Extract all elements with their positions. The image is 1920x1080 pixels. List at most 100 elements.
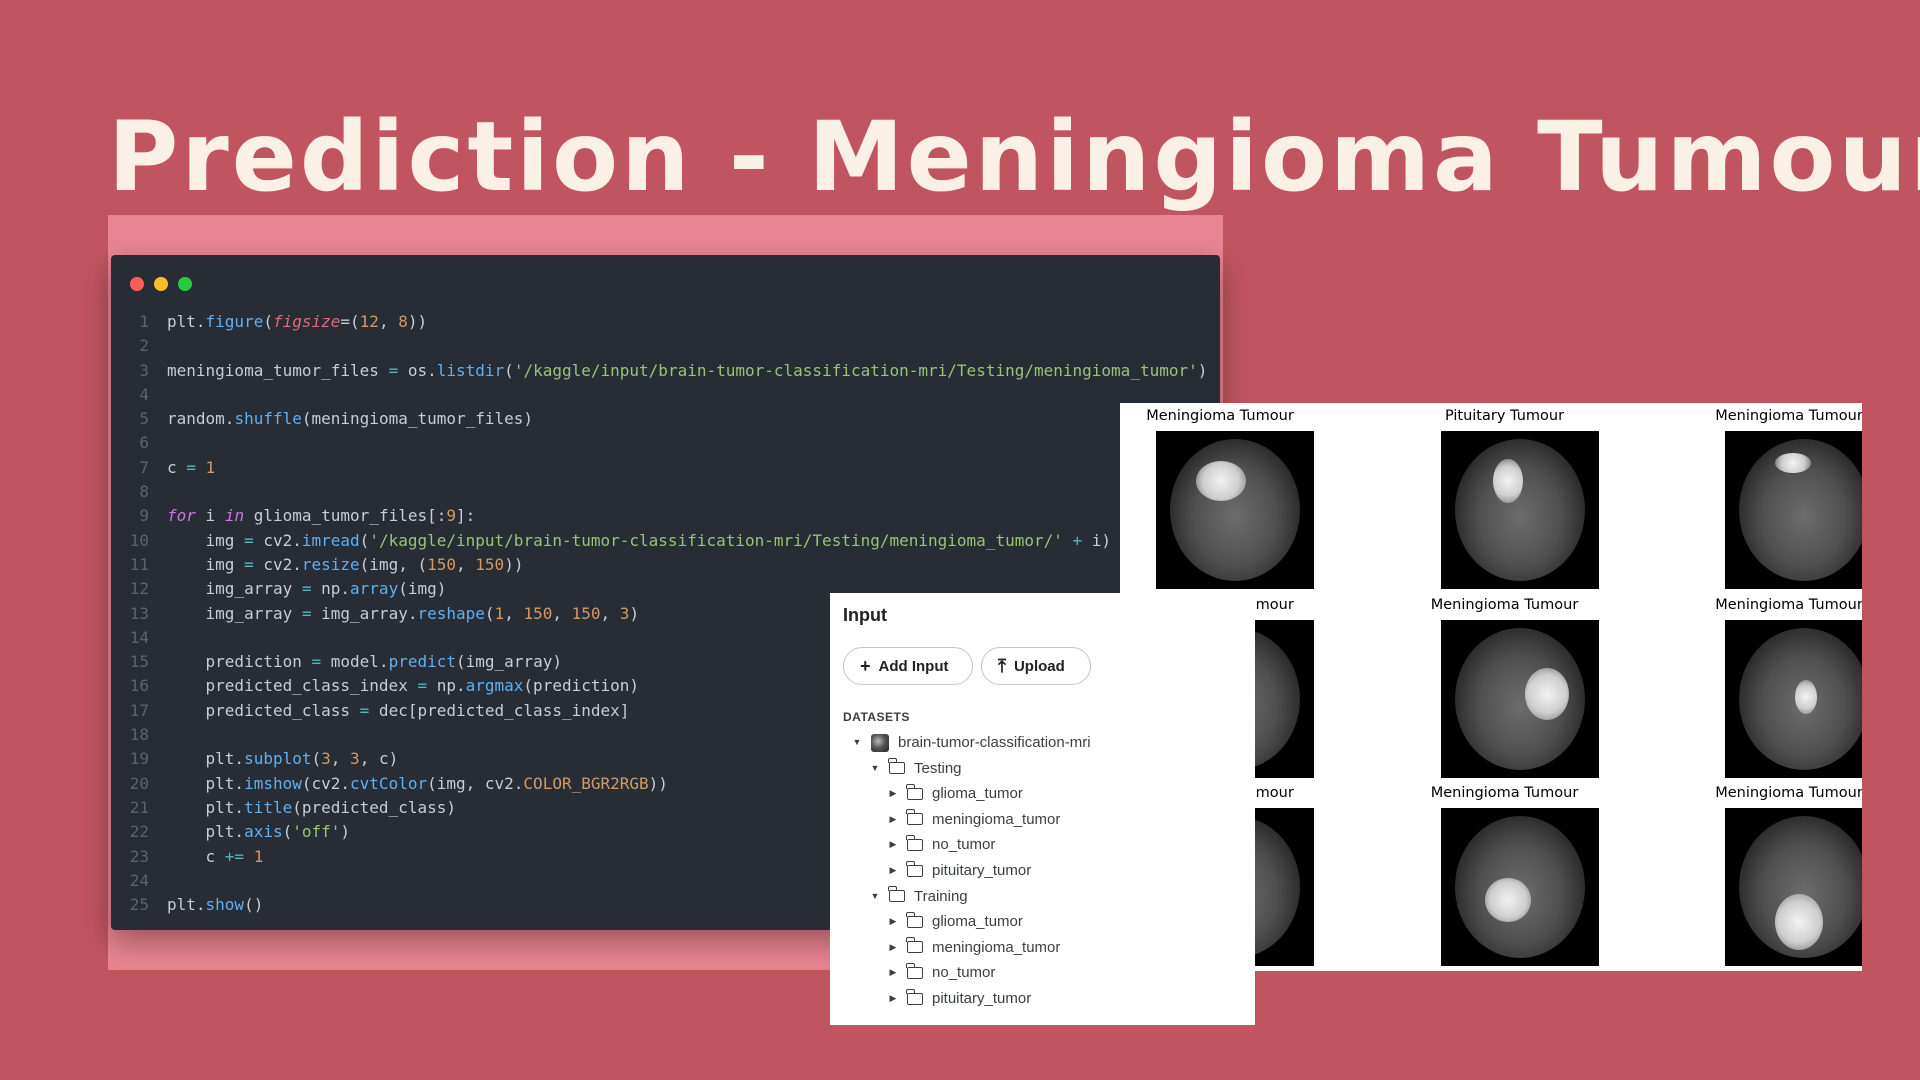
tree-item-pituitary-tumor[interactable]: ▶ pituitary_tumor — [888, 986, 1031, 1011]
prediction-cell: Meningioma Tumour — [1120, 403, 1320, 591]
upload-label: Upload — [1013, 657, 1065, 675]
tree-item-glioma-tumor[interactable]: ▶ glioma_tumor — [888, 781, 1023, 806]
tree-item-pituitary-tumor[interactable]: ▶ pituitary_tumor — [888, 858, 1031, 883]
plus-icon: + — [860, 655, 871, 676]
tree-item-brain-tumor-classification-mri[interactable]: ▼ brain-tumor-classification-mri — [852, 730, 1091, 755]
tree-item-glioma-tumor[interactable]: ▶ glioma_tumor — [888, 909, 1023, 934]
tree-item-label: Training — [914, 887, 968, 905]
line-number: 6 — [139, 433, 149, 453]
tree-item-no-tumor[interactable]: ▶ no_tumor — [888, 832, 995, 857]
tumour-region — [1775, 894, 1823, 950]
mri-scan-image — [1440, 431, 1599, 589]
line-number: 7 — [139, 457, 149, 477]
caret-right-icon[interactable]: ▶ — [888, 935, 898, 960]
caret-right-icon[interactable]: ▶ — [888, 832, 898, 857]
code-text: predicted_class = dec[predicted_class_in… — [167, 700, 630, 720]
code-line: 9 for i in glioma_tumor_files[:9]: — [111, 504, 1220, 528]
panel-title: Input — [843, 605, 887, 625]
caret-down-icon[interactable]: ▼ — [852, 730, 862, 755]
line-number: 2 — [139, 336, 149, 356]
prediction-cell: Meningioma Tumour — [1405, 780, 1605, 968]
line-number: 13 — [129, 603, 149, 623]
caret-right-icon[interactable]: ▶ — [888, 909, 898, 934]
line-number: 22 — [129, 822, 149, 842]
line-number: 3 — [139, 360, 149, 380]
tree-item-label: no_tumor — [932, 836, 996, 854]
code-text: plt.show() — [167, 895, 264, 915]
code-line: 8 — [111, 480, 1220, 504]
mri-skull-shape — [1170, 439, 1300, 581]
folder-icon — [888, 886, 905, 903]
tree-item-label: meningioma_tumor — [932, 938, 1061, 956]
code-line: 2 — [111, 334, 1220, 358]
tumour-region — [1196, 461, 1246, 501]
tree-item-meningioma-tumor[interactable]: ▶ meningioma_tumor — [888, 807, 1060, 832]
line-number: 8 — [139, 482, 149, 502]
mri-skull-shape — [1454, 439, 1585, 581]
tree-item-testing[interactable]: ▼ Testing — [870, 756, 962, 781]
caret-right-icon[interactable]: ▶ — [888, 781, 898, 806]
tree-item-label: meningioma_tumor — [932, 810, 1061, 828]
code-text: plt.subplot(3, 3, c) — [167, 749, 399, 769]
caret-down-icon[interactable]: ▼ — [870, 884, 880, 909]
tree-item-label: pituitary_tumor — [932, 862, 1032, 879]
code-line: 6 — [111, 431, 1220, 455]
folder-icon — [906, 809, 923, 826]
code-text: prediction = model.predict(img_array) — [167, 652, 562, 672]
code-text: meningioma_tumor_files = os.listdir('/ka… — [167, 360, 1208, 380]
line-number: 16 — [129, 676, 149, 696]
caret-right-icon[interactable]: ▶ — [888, 858, 898, 883]
mri-scan-image — [1725, 808, 1862, 966]
line-number: 23 — [129, 846, 149, 866]
prediction-title: Meningioma Tumour — [1715, 785, 1862, 801]
prediction-title: Meningioma Tumour — [1715, 408, 1862, 424]
caret-right-icon[interactable]: ▶ — [888, 807, 898, 832]
code-text: img = cv2.resize(img, (150, 150)) — [167, 554, 524, 574]
slide-title: Prediction - Meningioma Tumour — [108, 101, 1920, 213]
tree-item-meningioma-tumor[interactable]: ▶ meningioma_tumor — [888, 935, 1060, 960]
folder-icon — [906, 783, 923, 800]
mri-scan-image — [1725, 431, 1862, 589]
code-text: img_array = img_array.reshape(1, 150, 15… — [167, 603, 640, 623]
folder-icon — [906, 911, 923, 928]
add-input-label: Add Input — [878, 657, 949, 675]
line-number: 20 — [129, 773, 149, 793]
tree-item-training[interactable]: ▼ Training — [870, 884, 968, 909]
tree-item-label: glioma_tumor — [932, 913, 1023, 931]
code-line: 5 random.shuffle(meningioma_tumor_files) — [111, 407, 1220, 431]
tumour-region — [1492, 459, 1523, 503]
tumour-region — [1775, 453, 1811, 473]
mri-scan-image — [1725, 619, 1862, 778]
prediction-title: Meningioma Tumour — [1430, 785, 1579, 801]
folder-icon — [888, 758, 905, 775]
code-line: 7 c = 1 — [111, 456, 1220, 480]
tree-item-label: brain-tumor-classification-mri — [898, 734, 1091, 751]
code-text: img_array = np.array(img) — [167, 579, 447, 599]
line-number: 25 — [129, 895, 149, 915]
caret-down-icon[interactable]: ▼ — [870, 756, 880, 781]
tumour-region — [1795, 679, 1817, 714]
code-line: 10 img = cv2.imread('/kaggle/input/brain… — [111, 529, 1220, 553]
tree-item-label: pituitary_tumor — [932, 990, 1032, 1007]
add-input-button[interactable]: + Add Input — [843, 647, 973, 685]
line-number: 15 — [129, 652, 149, 672]
tree-item-no-tumor[interactable]: ▶ no_tumor — [888, 960, 995, 985]
line-number: 11 — [129, 554, 149, 574]
line-number: 1 — [139, 312, 149, 331]
folder-icon — [906, 937, 923, 954]
prediction-cell: Meningioma Tumour — [1689, 403, 1862, 591]
line-number: 10 — [129, 530, 149, 550]
input-panel: Input + Add Input ⤒ Upload DATASETS ▼ bra… — [830, 593, 1255, 1025]
caret-right-icon[interactable]: ▶ — [888, 960, 898, 985]
tumour-region — [1484, 878, 1531, 922]
folder-icon — [906, 834, 923, 851]
caret-right-icon[interactable]: ▶ — [888, 986, 898, 1011]
upload-button[interactable]: ⤒ Upload — [981, 647, 1091, 685]
close-dot-icon — [130, 277, 144, 291]
mri-scan-image — [1156, 431, 1314, 589]
code-text: c = 1 — [167, 457, 216, 477]
tree-item-label: Testing — [914, 759, 962, 777]
prediction-cell: Meningioma Tumour — [1405, 592, 1605, 780]
datasets-heading: DATASETS — [843, 710, 910, 724]
tree-item-label: no_tumor — [932, 964, 996, 982]
